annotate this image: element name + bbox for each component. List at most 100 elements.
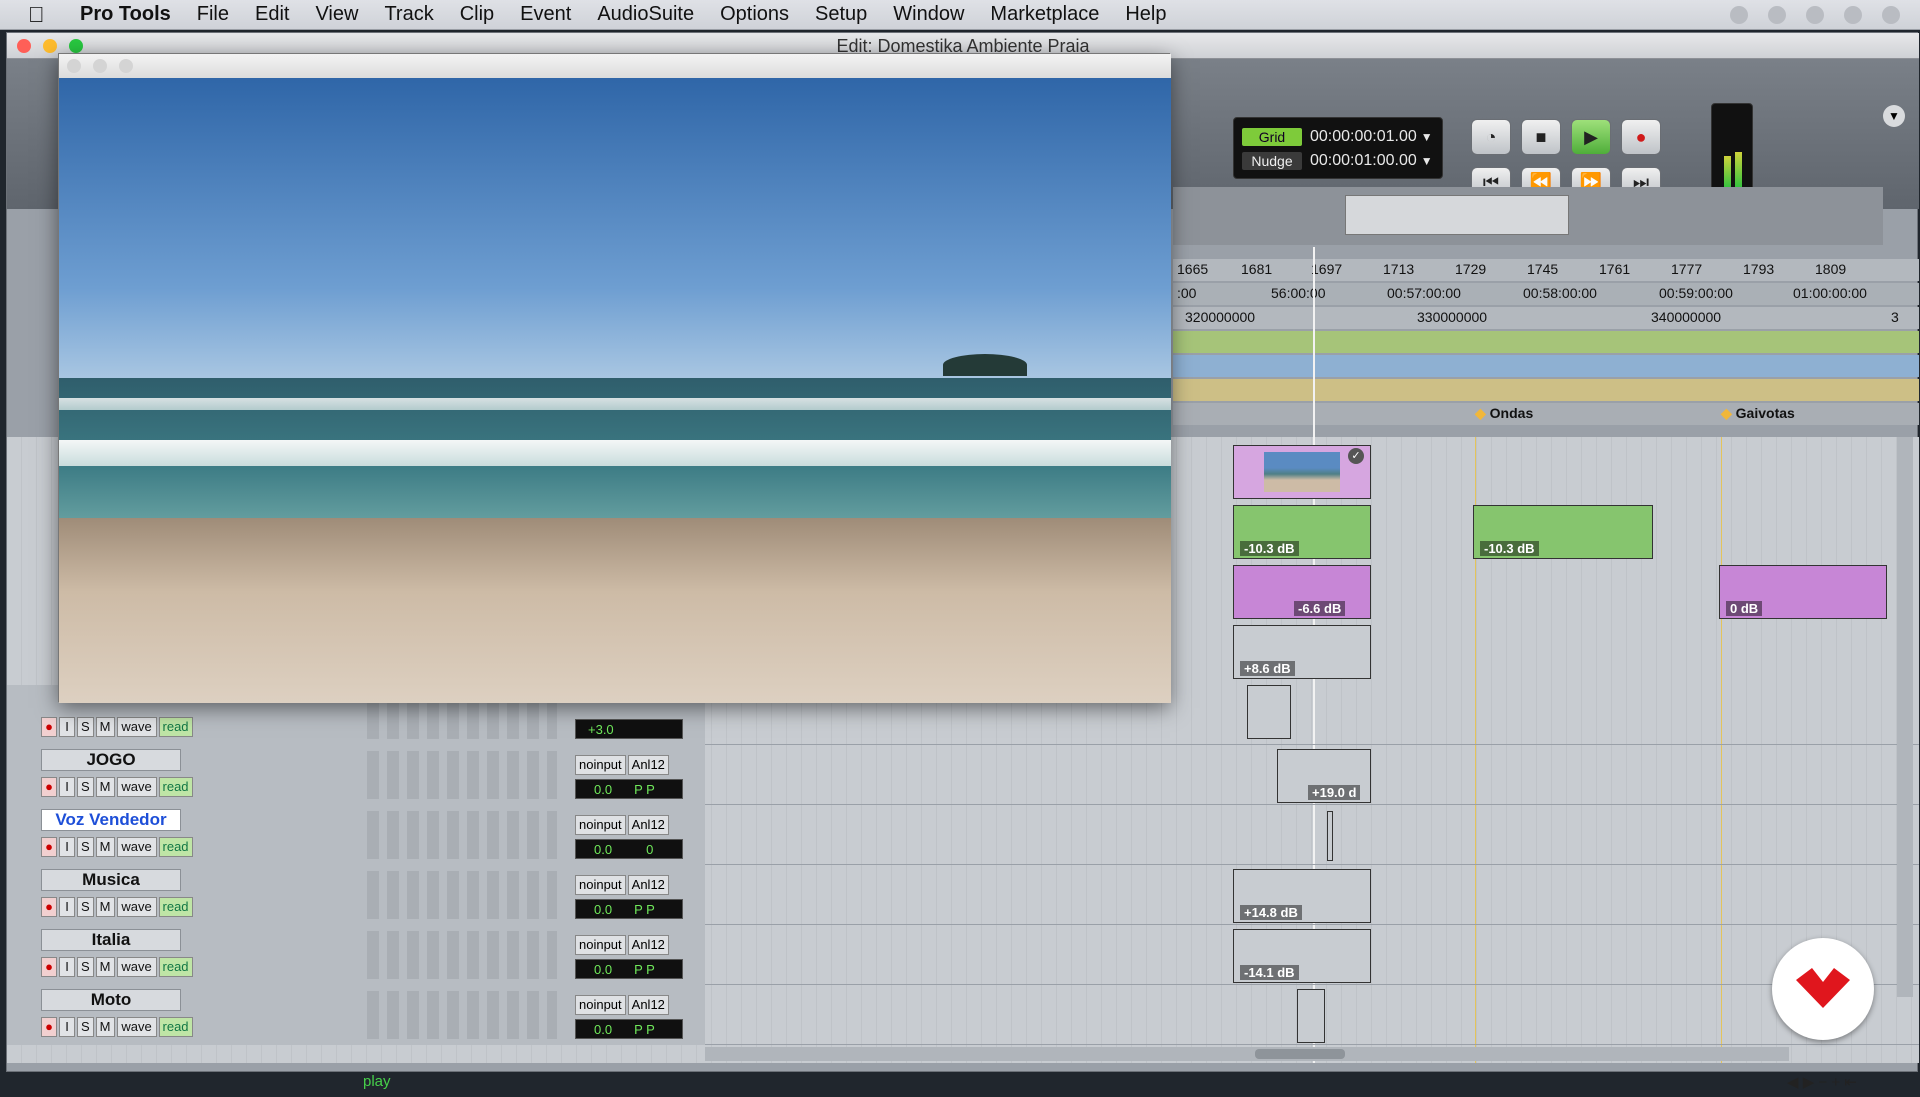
track-name[interactable]: Voz Vendedor (41, 809, 181, 831)
timecode-ruler[interactable]: :00 56:00:00 00:57:00:00 00:58:00:00 00:… (1173, 283, 1919, 305)
audio-clip[interactable]: -14.1 dB (1233, 929, 1371, 983)
input-selector[interactable]: noinput (575, 755, 626, 775)
solo-button[interactable]: S (77, 717, 94, 737)
bars-beats-ruler[interactable]: 1665 1681 1697 1713 1729 1745 1761 1777 … (1173, 259, 1919, 281)
menu-options[interactable]: Options (720, 3, 789, 26)
menu-track[interactable]: Track (384, 3, 433, 26)
status-icon[interactable] (1844, 6, 1862, 24)
marker-ondas[interactable]: ◆ Ondas (1475, 405, 1533, 422)
nudge-value[interactable]: 00:00:01:00.00 (1310, 152, 1417, 170)
mute-button[interactable]: M (95, 717, 115, 737)
volume-pan-readout[interactable]: 0.0 P P (575, 779, 683, 799)
view-selector[interactable]: wave (116, 897, 157, 917)
input-monitor-button[interactable]: I (59, 717, 75, 737)
record-button[interactable]: ● (1621, 119, 1661, 155)
menu-audiosuite[interactable]: AudioSuite (597, 3, 694, 26)
audio-clip[interactable]: +8.6 dB (1233, 625, 1371, 679)
horizontal-scrollbar[interactable] (705, 1047, 1789, 1061)
minimize-window-button[interactable] (43, 39, 57, 53)
menu-setup[interactable]: Setup (815, 3, 867, 26)
mute-button[interactable]: M (95, 777, 115, 797)
menu-marketplace[interactable]: Marketplace (990, 3, 1099, 26)
audio-clip[interactable] (1327, 811, 1333, 861)
audio-clip[interactable]: +19.0 d (1277, 749, 1371, 803)
solo-button[interactable]: S (77, 777, 94, 797)
input-selector[interactable]: noinput (575, 995, 626, 1015)
grid-label[interactable]: Grid (1242, 128, 1302, 146)
output-selector[interactable]: Anl12 (627, 935, 669, 955)
automation-mode[interactable]: read (158, 777, 193, 797)
output-selector[interactable]: Anl12 (627, 875, 669, 895)
apple-icon[interactable]:  (28, 3, 50, 26)
menu-event[interactable]: Event (520, 3, 571, 26)
track-name[interactable]: Musica (41, 869, 181, 891)
track-name[interactable]: JOGO (41, 749, 181, 771)
automation-mode[interactable]: read (158, 717, 193, 737)
grid-value[interactable]: 00:00:00:01.00 (1310, 128, 1417, 146)
samples-ruler[interactable]: 320000000 330000000 340000000 3 (1173, 307, 1919, 329)
menu-edit[interactable]: Edit (255, 3, 289, 26)
input-monitor-button[interactable]: I (59, 777, 75, 797)
view-selector[interactable]: wave (116, 777, 157, 797)
solo-button[interactable]: S (77, 1017, 94, 1037)
online-button[interactable]: ◔ (1471, 119, 1511, 155)
menu-window[interactable]: Window (893, 3, 964, 26)
close-window-button[interactable] (67, 59, 81, 73)
inserts-slots[interactable] (367, 991, 557, 1039)
mute-button[interactable]: M (95, 957, 115, 977)
menu-file[interactable]: File (197, 3, 229, 26)
toolbar-menu-icon[interactable]: ▼ (1883, 105, 1905, 127)
automation-mode[interactable]: read (158, 1017, 193, 1037)
record-enable-icon[interactable]: ● (41, 957, 57, 977)
status-icon[interactable] (1882, 6, 1900, 24)
status-icon[interactable] (1730, 6, 1748, 24)
audio-clip[interactable] (1297, 989, 1325, 1043)
chevron-down-icon[interactable]: ▼ (1421, 130, 1433, 144)
meter-ruler[interactable] (1173, 355, 1919, 377)
mute-button[interactable]: M (95, 837, 115, 857)
solo-button[interactable]: S (77, 897, 94, 917)
record-enable-icon[interactable]: ● (41, 717, 57, 737)
menu-clip[interactable]: Clip (460, 3, 494, 26)
track-name[interactable]: Moto (41, 989, 181, 1011)
input-selector[interactable]: noinput (575, 875, 626, 895)
inserts-slots[interactable] (367, 811, 557, 859)
mute-button[interactable]: M (95, 1017, 115, 1037)
menu-app-name[interactable]: Pro Tools (80, 3, 171, 26)
stop-button[interactable]: ■ (1521, 119, 1561, 155)
video-titlebar[interactable] (59, 54, 1171, 78)
view-selector[interactable]: wave (116, 837, 157, 857)
zoom-controls[interactable]: ◀ ▶ − + ⇤ (1787, 1073, 1857, 1091)
zoom-window-button[interactable] (69, 39, 83, 53)
inserts-slots[interactable] (367, 871, 557, 919)
tempo-ruler[interactable] (1173, 331, 1919, 353)
record-enable-icon[interactable]: ● (41, 837, 57, 857)
solo-button[interactable]: S (77, 957, 94, 977)
menu-view[interactable]: View (315, 3, 358, 26)
volume-pan-readout[interactable]: 0.0 P P (575, 959, 683, 979)
vertical-scrollbar[interactable] (1897, 437, 1913, 997)
chevron-down-icon[interactable]: ▼ (1421, 154, 1433, 168)
universe-overview[interactable] (1173, 187, 1883, 245)
view-selector[interactable]: wave (116, 957, 157, 977)
mute-button[interactable]: M (95, 897, 115, 917)
automation-mode[interactable]: read (158, 897, 193, 917)
marker-gaivotas[interactable]: ◆ Gaivotas (1721, 405, 1795, 422)
status-icon[interactable] (1768, 6, 1786, 24)
play-button[interactable]: ▶ (1571, 119, 1611, 155)
input-monitor-button[interactable]: I (59, 1017, 75, 1037)
video-window[interactable] (58, 53, 1171, 703)
volume-pan-readout[interactable]: 0.0 P P (575, 899, 683, 919)
output-selector[interactable]: Anl12 (627, 815, 669, 835)
key-ruler[interactable] (1173, 379, 1919, 401)
output-selector[interactable]: Anl12 (627, 755, 669, 775)
record-enable-icon[interactable]: ● (41, 897, 57, 917)
automation-mode[interactable]: read (158, 957, 193, 977)
volume-pan-readout[interactable]: 0.0 P P (575, 1019, 683, 1039)
status-icon[interactable] (1806, 6, 1824, 24)
audio-clip-green[interactable]: -10.3 dB (1233, 505, 1371, 559)
input-selector[interactable]: noinput (575, 935, 626, 955)
inserts-slots[interactable] (367, 751, 557, 799)
input-monitor-button[interactable]: I (59, 837, 75, 857)
audio-clip-purple[interactable]: -6.6 dB (1233, 565, 1371, 619)
